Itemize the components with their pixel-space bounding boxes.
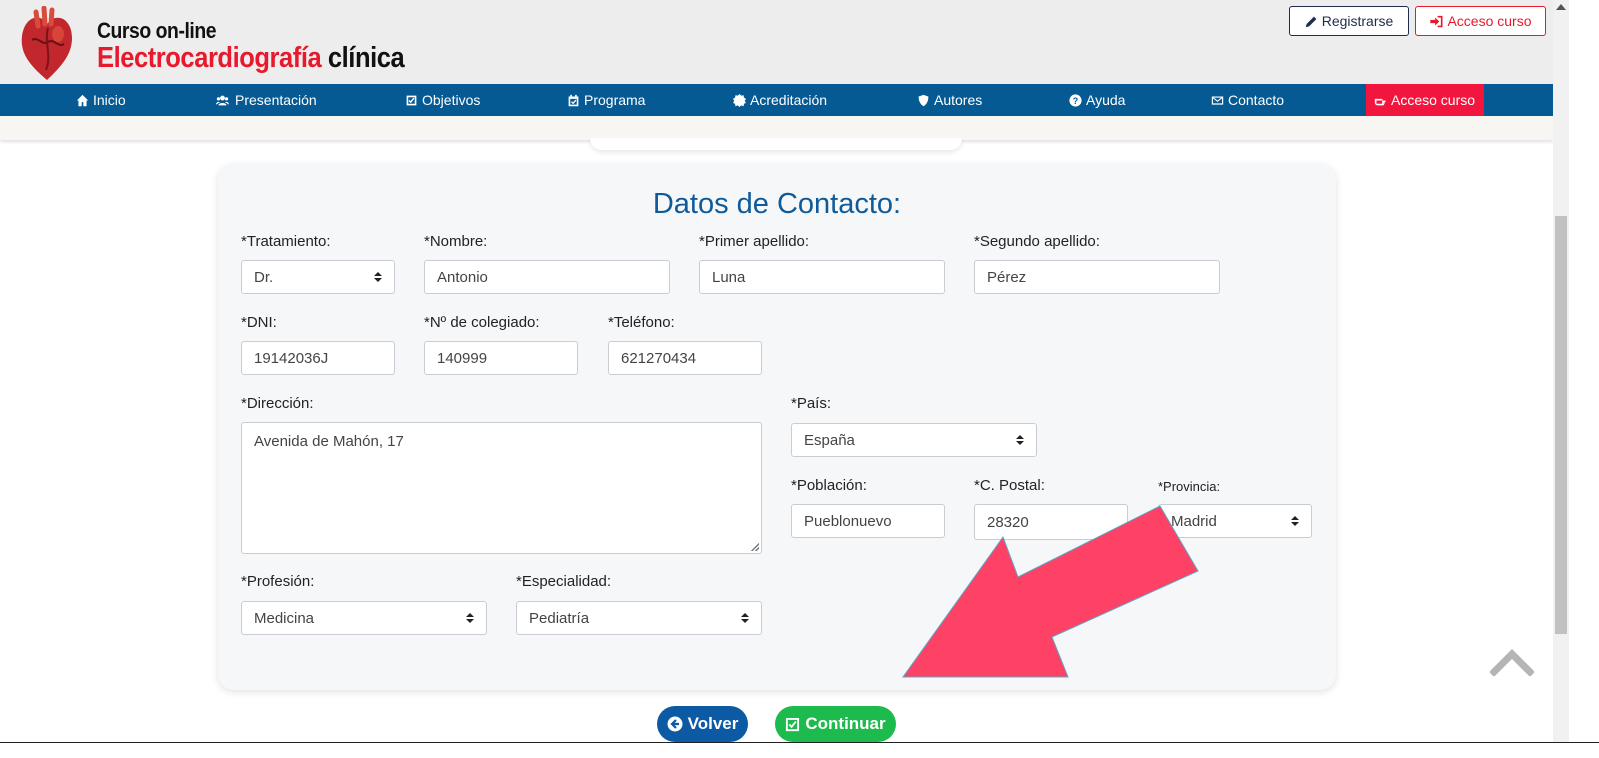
nav-item-objetivos[interactable]: Objetivos (405, 84, 480, 116)
provincia-label: *Provincia: (1158, 479, 1221, 494)
form-title: Datos de Contacto: (652, 188, 902, 220)
main-nav: Inicio Presentación Objetivos Programa A… (0, 84, 1553, 116)
nav-item-label: Inicio (93, 92, 126, 108)
heart-logo-icon (21, 6, 72, 80)
nav-item-label: Contacto (1228, 92, 1285, 108)
calendar-check-icon (568, 94, 579, 106)
scroll-to-top-icon[interactable] (1490, 648, 1534, 676)
bottom-edge-line (0, 742, 1599, 743)
dni-input[interactable]: 19142036J (241, 341, 395, 375)
nav-item-label: Acceso curso (1391, 92, 1476, 108)
postal-input[interactable]: 28320 (974, 504, 1128, 540)
access-course-button-label: Acceso curso (1447, 13, 1532, 29)
arrow-circle-left-icon (667, 716, 683, 732)
segundo-apellido-input[interactable]: Pérez (974, 260, 1220, 294)
logo-title-red: Electrocardiografía (97, 42, 322, 74)
tratamiento-label: *Tratamiento: (241, 233, 331, 250)
direccion-textarea[interactable]: Avenida de Mahón, 17 (241, 422, 762, 554)
profesion-select[interactable]: Medicina (241, 601, 487, 635)
svg-text:?: ? (1073, 95, 1078, 105)
poblacion-input[interactable]: Pueblonuevo (791, 504, 945, 538)
check-square-icon (406, 95, 417, 105)
especialidad-select[interactable]: Pediatría (516, 601, 762, 635)
shield-icon (918, 94, 929, 106)
pais-label: *País: (791, 395, 832, 412)
continue-button-label: Continuar (805, 714, 886, 733)
nav-item-label: Presentación (235, 92, 317, 108)
nav-item-inicio[interactable]: Inicio (76, 84, 126, 116)
home-icon (76, 94, 89, 106)
select-caret-icon (1291, 516, 1299, 526)
back-button-label: Volver (687, 714, 739, 733)
segundo-apellido-label: *Segundo apellido: (974, 233, 1100, 250)
pais-select[interactable]: España (791, 423, 1037, 457)
scroll-up-arrow-icon[interactable] (1556, 4, 1566, 10)
nav-item-acreditacion[interactable]: Acreditación (733, 84, 827, 116)
nombre-input[interactable]: Antonio (424, 260, 670, 294)
colegiado-input[interactable]: 140999 (424, 341, 578, 375)
subheader-bar (0, 116, 1553, 140)
dni-label: *DNI: (241, 314, 277, 331)
provincia-value: Madrid (1171, 512, 1217, 530)
especialidad-value: Pediatría (529, 609, 590, 627)
continue-button[interactable]: Continuar (775, 706, 896, 742)
especialidad-label: *Especialidad: (516, 573, 612, 590)
nav-item-label: Autores (934, 92, 983, 108)
register-button-label: Registrarse (1321, 13, 1394, 29)
tab-shadow (590, 138, 962, 150)
check-square-icon (786, 717, 800, 731)
poblacion-label: *Población: (791, 477, 867, 494)
sign-in-icon (1430, 15, 1443, 27)
scrollbar-thumb[interactable] (1555, 216, 1567, 634)
select-caret-icon (741, 613, 749, 623)
telefono-label: *Teléfono: (608, 314, 675, 331)
access-course-button[interactable]: Acceso curso (1415, 6, 1546, 36)
nombre-label: *Nombre: (424, 233, 488, 250)
profesion-label: *Profesión: (241, 573, 315, 590)
direccion-label: *Dirección: (241, 395, 314, 412)
pencil-icon (1305, 16, 1317, 27)
primer-apellido-input[interactable]: Luna (699, 260, 945, 294)
logo-title-black: clínica (327, 42, 405, 74)
nav-item-ayuda[interactable]: ? Ayuda (1069, 84, 1125, 116)
nav-item-presentacion[interactable]: Presentación (214, 84, 317, 116)
nav-item-label: Ayuda (1086, 92, 1126, 108)
postal-label: *C. Postal: (974, 477, 1045, 494)
select-caret-icon (1016, 435, 1024, 445)
select-caret-icon (374, 272, 382, 282)
pais-value: España (804, 431, 855, 449)
site-header: Curso on-line Electrocardiografía clínic… (0, 0, 1553, 84)
provincia-select[interactable]: Madrid (1158, 504, 1312, 538)
tratamiento-value: Dr. (254, 268, 274, 286)
primer-apellido-label: *Primer apellido: (699, 233, 810, 250)
nav-item-programa[interactable]: Programa (567, 84, 645, 116)
nav-item-acceso-curso[interactable]: Acceso curso (1366, 84, 1484, 116)
profesion-value: Medicina (254, 609, 315, 627)
hand-pointer-icon (1374, 98, 1386, 105)
direccion-value: Avenida de Mahón, 17 (254, 433, 404, 450)
nav-item-contacto[interactable]: Contacto (1211, 84, 1284, 116)
nav-item-autores[interactable]: Autores (917, 84, 982, 116)
question-circle-icon: ? (1069, 93, 1082, 107)
tratamiento-select[interactable]: Dr. (241, 260, 395, 294)
nav-item-label: Acreditación (750, 92, 828, 108)
select-caret-icon (466, 613, 474, 623)
users-icon (216, 95, 229, 105)
logo-subtitle: Curso on-line (97, 18, 217, 43)
nav-item-label: Programa (584, 92, 646, 108)
resize-handle-icon[interactable] (751, 543, 759, 551)
register-button[interactable]: Registrarse (1289, 6, 1409, 36)
telefono-input[interactable]: 621270434 (608, 341, 762, 375)
nav-item-label: Objetivos (422, 92, 481, 108)
envelope-icon (1211, 95, 1224, 105)
certificate-icon (733, 93, 746, 107)
back-button[interactable]: Volver (657, 706, 748, 742)
contact-form-card: Datos de Contacto: *Tratamiento: Dr. *No… (218, 164, 1336, 690)
colegiado-label: *Nº de colegiado: (424, 314, 540, 331)
logo-title: Electrocardiografía clínica (97, 42, 405, 75)
